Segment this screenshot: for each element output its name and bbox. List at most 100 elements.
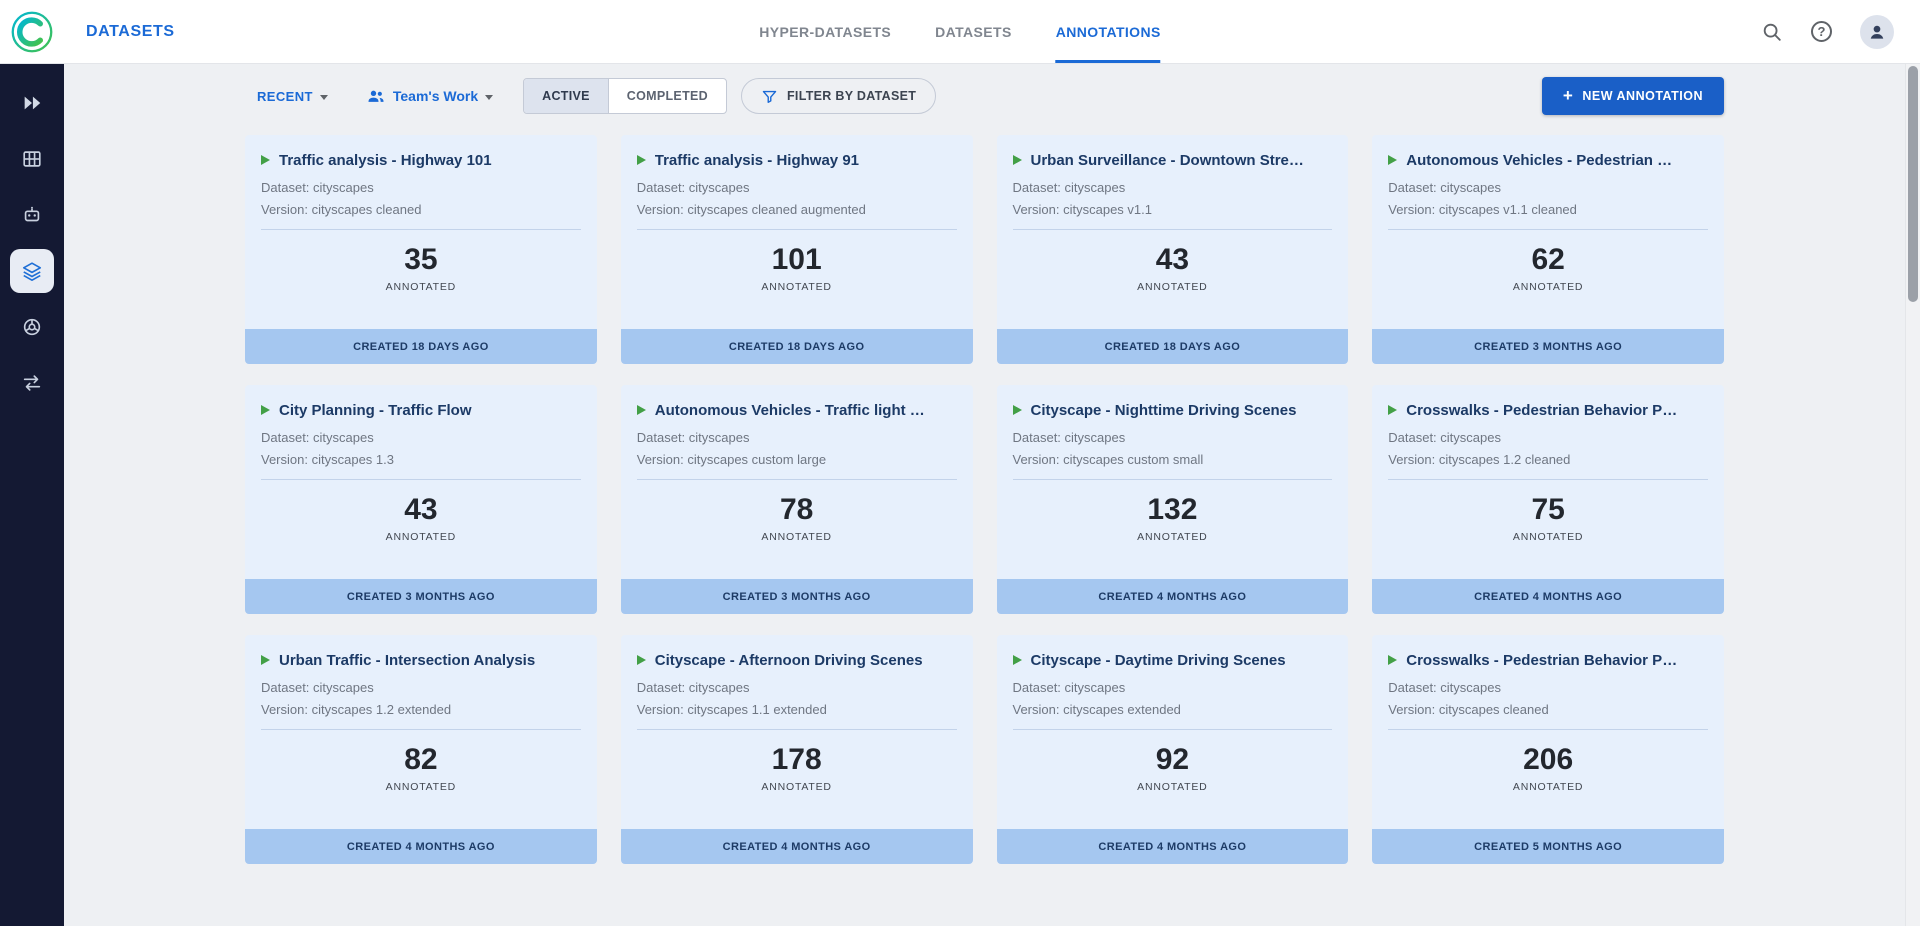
card-created-badge: CREATED 18 DAYS AGO <box>621 329 973 364</box>
card-created-badge: CREATED 4 MONTHS AGO <box>997 829 1349 864</box>
dataset-value: cityscapes <box>313 180 374 195</box>
play-icon <box>637 405 646 415</box>
version-label: Version: <box>1013 702 1060 717</box>
annotated-count: 92 <box>1013 743 1333 777</box>
annotated-label: ANNOTATED <box>1388 281 1708 293</box>
version-value: cityscapes cleaned <box>1439 702 1549 717</box>
card-version-line: Version: cityscapes extended <box>1013 702 1333 730</box>
card-dataset-line: Dataset: cityscapes <box>261 180 581 195</box>
status-filter-completed[interactable]: COMPLETED <box>608 79 726 113</box>
version-label: Version: <box>637 702 684 717</box>
card-title: Autonomous Vehicles - Traffic light … <box>655 402 948 419</box>
chevron-down-icon <box>320 95 328 100</box>
page-scrollbar[interactable] <box>1905 64 1920 926</box>
filter-by-dataset-button[interactable]: FILTER BY DATASET <box>741 78 936 114</box>
card-header: Urban Surveillance - Downtown Stre… <box>1013 149 1333 171</box>
version-label: Version: <box>637 202 684 217</box>
search-button[interactable] <box>1761 21 1783 43</box>
card-version-line: Version: cityscapes 1.2 extended <box>261 702 581 730</box>
card-header: Cityscape - Daytime Driving Scenes <box>1013 649 1333 671</box>
user-avatar-button[interactable] <box>1860 15 1894 49</box>
version-value: cityscapes 1.3 <box>312 452 394 467</box>
play-icon <box>1388 655 1397 665</box>
annotation-cards-grid: Traffic analysis - Highway 101 Dataset: … <box>245 135 1724 864</box>
sidebar-item-datasets[interactable] <box>10 137 54 181</box>
annotated-label: ANNOTATED <box>261 781 581 793</box>
plus-icon: + <box>1563 87 1573 104</box>
card-version-line: Version: cityscapes custom small <box>1013 452 1333 480</box>
annotation-card[interactable]: Crosswalks - Pedestrian Behavior P… Data… <box>1372 635 1724 864</box>
version-value: cityscapes 1.2 cleaned <box>1439 452 1571 467</box>
tab-datasets[interactable]: DATASETS <box>935 0 1012 63</box>
sidebar-item-recipes[interactable] <box>10 305 54 349</box>
play-icon <box>261 155 270 165</box>
dataset-value: cityscapes <box>689 680 750 695</box>
card-version-line: Version: cityscapes cleaned <box>261 202 581 230</box>
dataset-label: Dataset: <box>1388 180 1436 195</box>
card-header: Cityscape - Afternoon Driving Scenes <box>637 649 957 671</box>
play-icon <box>1388 155 1397 165</box>
filter-funnel-icon <box>761 88 778 105</box>
sort-dropdown[interactable]: RECENT <box>257 89 328 104</box>
tab-hyper-datasets[interactable]: HYPER-DATASETS <box>759 0 891 63</box>
card-created-badge: CREATED 4 MONTHS AGO <box>245 829 597 864</box>
sidebar-item-quickstart[interactable] <box>10 81 54 125</box>
annotated-label: ANNOTATED <box>1388 781 1708 793</box>
annotation-card[interactable]: Traffic analysis - Highway 101 Dataset: … <box>245 135 597 364</box>
card-created-badge: CREATED 3 MONTHS AGO <box>621 579 973 614</box>
play-icon <box>637 655 646 665</box>
card-header: Crosswalks - Pedestrian Behavior P… <box>1388 399 1708 421</box>
annotation-card[interactable]: City Planning - Traffic Flow Dataset: ci… <box>245 385 597 614</box>
page-title: DATASETS <box>86 23 175 41</box>
annotation-card[interactable]: Autonomous Vehicles - Pedestrian … Datas… <box>1372 135 1724 364</box>
version-label: Version: <box>1013 202 1060 217</box>
card-header: Cityscape - Nighttime Driving Scenes <box>1013 399 1333 421</box>
status-filter-active[interactable]: ACTIVE <box>524 79 608 113</box>
card-created-badge: CREATED 5 MONTHS AGO <box>1372 829 1724 864</box>
topbar-actions: ? <box>1761 15 1920 49</box>
annotation-card[interactable]: Autonomous Vehicles - Traffic light … Da… <box>621 385 973 614</box>
new-annotation-button[interactable]: + NEW ANNOTATION <box>1542 77 1724 115</box>
version-value: cityscapes cleaned augmented <box>687 202 866 217</box>
play-icon <box>1388 405 1397 415</box>
pipelines-icon <box>21 372 43 394</box>
card-header: Autonomous Vehicles - Pedestrian … <box>1388 149 1708 171</box>
dataset-label: Dataset: <box>637 680 685 695</box>
tab-label: HYPER-DATASETS <box>759 24 891 40</box>
play-icon <box>261 655 270 665</box>
annotation-card[interactable]: Traffic analysis - Highway 91 Dataset: c… <box>621 135 973 364</box>
dataloop-logo[interactable] <box>0 10 64 54</box>
version-label: Version: <box>637 452 684 467</box>
annotation-card[interactable]: Urban Traffic - Intersection Analysis Da… <box>245 635 597 864</box>
scrollbar-thumb[interactable] <box>1908 66 1918 302</box>
annotated-count: 43 <box>261 493 581 527</box>
card-version-line: Version: cityscapes 1.1 extended <box>637 702 957 730</box>
version-value: cityscapes custom small <box>1063 452 1203 467</box>
card-header: Urban Traffic - Intersection Analysis <box>261 649 581 671</box>
annotation-card[interactable]: Cityscape - Nighttime Driving Scenes Dat… <box>997 385 1349 614</box>
scope-dropdown[interactable]: Team's Work <box>366 86 493 106</box>
annotation-card[interactable]: Cityscape - Afternoon Driving Scenes Dat… <box>621 635 973 864</box>
annotated-label: ANNOTATED <box>637 781 957 793</box>
card-title: Cityscape - Daytime Driving Scenes <box>1031 652 1324 669</box>
version-value: cityscapes extended <box>1063 702 1181 717</box>
version-label: Version: <box>261 452 308 467</box>
card-dataset-line: Dataset: cityscapes <box>1388 680 1708 695</box>
status-filter-toggle: ACTIVE COMPLETED <box>523 78 727 114</box>
label-wheel-icon <box>21 316 43 338</box>
play-icon <box>1013 405 1022 415</box>
help-button[interactable]: ? <box>1811 21 1832 42</box>
tab-annotations[interactable]: ANNOTATIONS <box>1056 0 1161 63</box>
sidebar-item-models[interactable] <box>10 193 54 237</box>
card-dataset-line: Dataset: cityscapes <box>637 180 957 195</box>
datasets-grid-icon <box>21 148 43 170</box>
version-value: cityscapes 1.1 extended <box>687 702 826 717</box>
annotation-card[interactable]: Crosswalks - Pedestrian Behavior P… Data… <box>1372 385 1724 614</box>
sidebar-item-annotations[interactable] <box>10 249 54 293</box>
play-icon <box>261 405 270 415</box>
dataset-label: Dataset: <box>1013 680 1061 695</box>
annotation-card[interactable]: Urban Surveillance - Downtown Stre… Data… <box>997 135 1349 364</box>
sidebar-item-pipelines[interactable] <box>10 361 54 405</box>
card-header: Traffic analysis - Highway 101 <box>261 149 581 171</box>
annotation-card[interactable]: Cityscape - Daytime Driving Scenes Datas… <box>997 635 1349 864</box>
